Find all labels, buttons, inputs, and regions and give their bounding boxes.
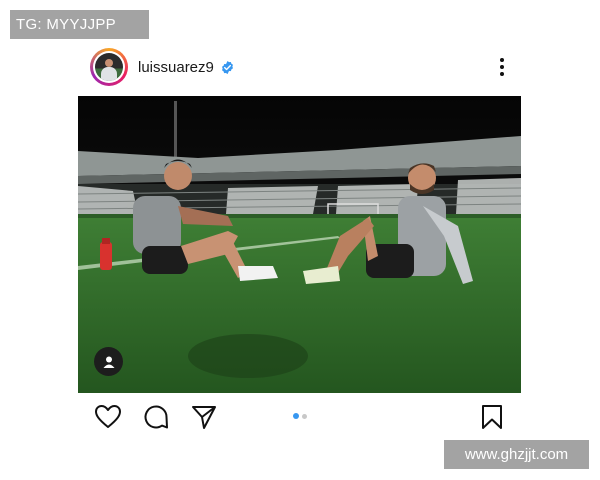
- verified-badge-icon: [221, 60, 233, 74]
- post-photo[interactable]: [78, 96, 521, 393]
- carousel-dot[interactable]: [302, 413, 307, 419]
- stadium-photo-illustration: [78, 96, 521, 393]
- heart-icon[interactable]: [94, 403, 122, 431]
- avatar[interactable]: [90, 48, 128, 86]
- tagged-users-button[interactable]: [94, 347, 123, 376]
- person-icon: [103, 356, 114, 368]
- bookmark-icon[interactable]: [478, 403, 506, 431]
- carousel-dot-active[interactable]: [293, 413, 299, 419]
- comment-icon[interactable]: [142, 403, 170, 431]
- post-actions: [94, 403, 534, 431]
- carousel-indicator: [293, 413, 307, 419]
- post-header: luissuarez9: [90, 47, 520, 87]
- watermark-bottom: www.ghzjjt.com: [444, 440, 589, 469]
- avatar-photo: [95, 53, 123, 81]
- more-options-icon[interactable]: [498, 57, 506, 77]
- watermark-top: TG: MYYJJPP: [10, 10, 149, 39]
- send-icon[interactable]: [190, 403, 218, 431]
- username[interactable]: luissuarez9: [138, 59, 214, 76]
